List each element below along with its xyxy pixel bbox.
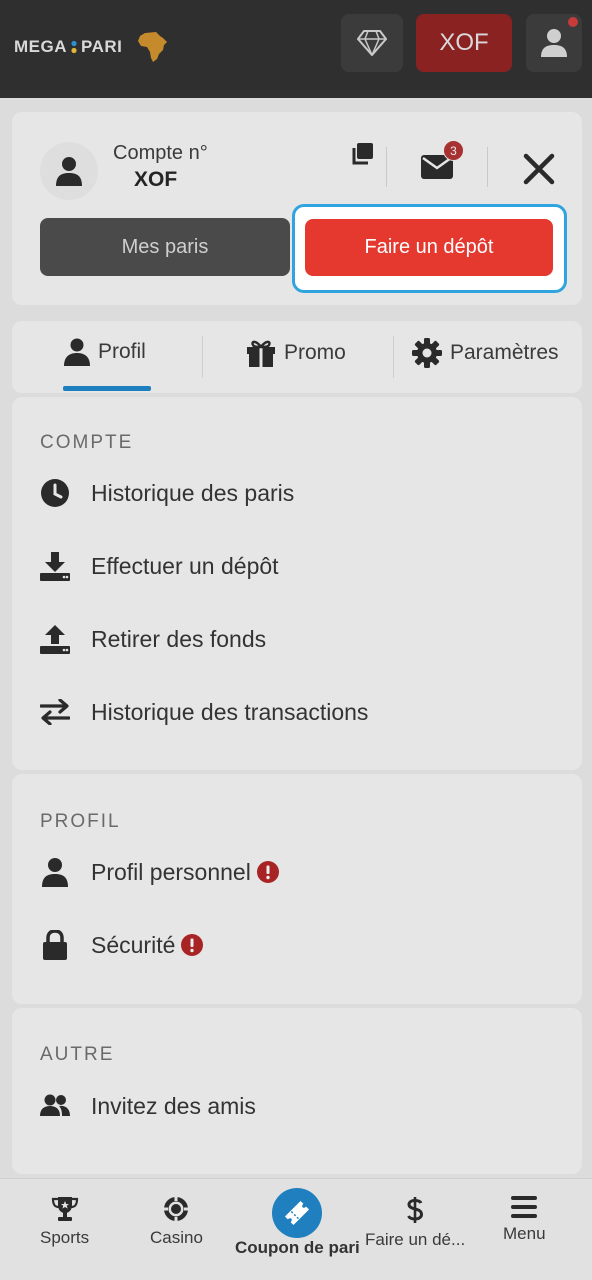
account-currency: XOF: [134, 168, 178, 191]
menu-item-label: Invitez des amis: [91, 1092, 256, 1119]
nav-label: Coupon de pari: [235, 1238, 360, 1257]
clock-icon: [41, 479, 69, 507]
trophy-icon: [51, 1197, 78, 1221]
users-icon: [40, 1094, 70, 1116]
avatar: [40, 142, 98, 200]
nav-label: Faire un dé...: [365, 1230, 466, 1249]
top-bar: MEGA PARI XOF: [0, 0, 592, 98]
menu-item-security[interactable]: Sécurité: [40, 930, 204, 960]
nav-item-sports[interactable]: Sports: [40, 1196, 89, 1248]
balance-currency-button[interactable]: XOF: [416, 14, 512, 72]
deposit-button[interactable]: Faire un dépôt: [305, 219, 553, 276]
gear-icon: [412, 338, 442, 368]
upload-icon: [40, 625, 70, 654]
menu-item-invite-friends[interactable]: Invitez des amis: [40, 1091, 256, 1121]
dollar-icon: [407, 1197, 424, 1223]
account-number-label: Compte n°: [113, 142, 208, 164]
logo-text-left: MEGA: [14, 37, 67, 56]
tab-separator: [393, 336, 394, 378]
menu-item-label: Profil personnel: [91, 858, 251, 885]
nav-label: Sports: [40, 1228, 90, 1247]
logo-text-right: PARI: [81, 37, 123, 56]
nav-item-deposit[interactable]: Faire un dé...: [365, 1196, 465, 1250]
diamond-icon: [357, 30, 387, 56]
menu-item-label: Retirer des fonds: [91, 625, 267, 652]
nav-item-menu[interactable]: Menu: [503, 1196, 546, 1244]
section-profil: [12, 774, 582, 1004]
logo-dots-icon: [71, 40, 77, 54]
warning-icon: [256, 861, 279, 883]
menu-item-withdraw[interactable]: Retirer des fonds: [40, 624, 266, 654]
user-icon: [64, 338, 90, 366]
menu-item-make-deposit[interactable]: Effectuer un dépôt: [40, 551, 279, 581]
megapari-logo[interactable]: MEGA PARI: [14, 30, 170, 64]
close-icon[interactable]: [522, 152, 556, 186]
unread-messages-badge: 3: [443, 140, 464, 161]
user-icon: [42, 858, 68, 887]
gift-icon: [247, 340, 275, 367]
vip-diamond-button[interactable]: [341, 14, 403, 72]
casino-chip-icon: [164, 1197, 189, 1221]
menu-item-bet-history[interactable]: Historique des paris: [40, 478, 294, 508]
tab-profil[interactable]: Profil: [64, 338, 146, 366]
menu-item-transaction-history[interactable]: Historique des transactions: [40, 697, 368, 727]
user-icon: [541, 29, 567, 57]
menu-item-personal-profile[interactable]: Profil personnel: [40, 857, 279, 887]
nav-label: Casino: [150, 1228, 203, 1247]
tab-label: Profil: [98, 340, 146, 363]
notification-dot: [568, 17, 578, 27]
tab-label: Paramètres: [450, 341, 559, 364]
section-title-compte: COMPTE: [40, 432, 134, 453]
nav-item-casino[interactable]: Casino: [150, 1196, 203, 1248]
user-icon: [56, 157, 82, 186]
warning-icon: [181, 934, 204, 956]
divider: [386, 147, 387, 187]
tab-parametres[interactable]: Paramètres: [412, 338, 559, 368]
download-icon: [40, 552, 70, 581]
user-account-button[interactable]: [526, 14, 582, 72]
nav-item-bet-coupon[interactable]: [272, 1188, 322, 1238]
section-title-profil: PROFIL: [40, 811, 121, 832]
section-title-autre: AUTRE: [40, 1044, 115, 1065]
hamburger-icon: [511, 1196, 538, 1218]
menu-item-label: Historique des paris: [91, 479, 295, 506]
menu-item-label: Historique des transactions: [91, 698, 369, 725]
copy-icon[interactable]: [350, 142, 374, 166]
my-bets-button[interactable]: Mes paris: [40, 218, 290, 276]
ticket-icon: [284, 1200, 310, 1226]
menu-item-label: Effectuer un dépôt: [91, 552, 279, 579]
nav-label: Menu: [503, 1224, 546, 1243]
tab-separator: [202, 336, 203, 378]
swap-icon: [40, 699, 70, 725]
divider: [487, 147, 488, 187]
menu-item-label: Sécurité: [91, 931, 176, 958]
africa-icon: [138, 32, 168, 62]
lock-icon: [43, 930, 67, 960]
active-tab-indicator: [63, 386, 151, 391]
tab-promo[interactable]: Promo: [246, 338, 346, 368]
tab-label: Promo: [284, 341, 346, 364]
